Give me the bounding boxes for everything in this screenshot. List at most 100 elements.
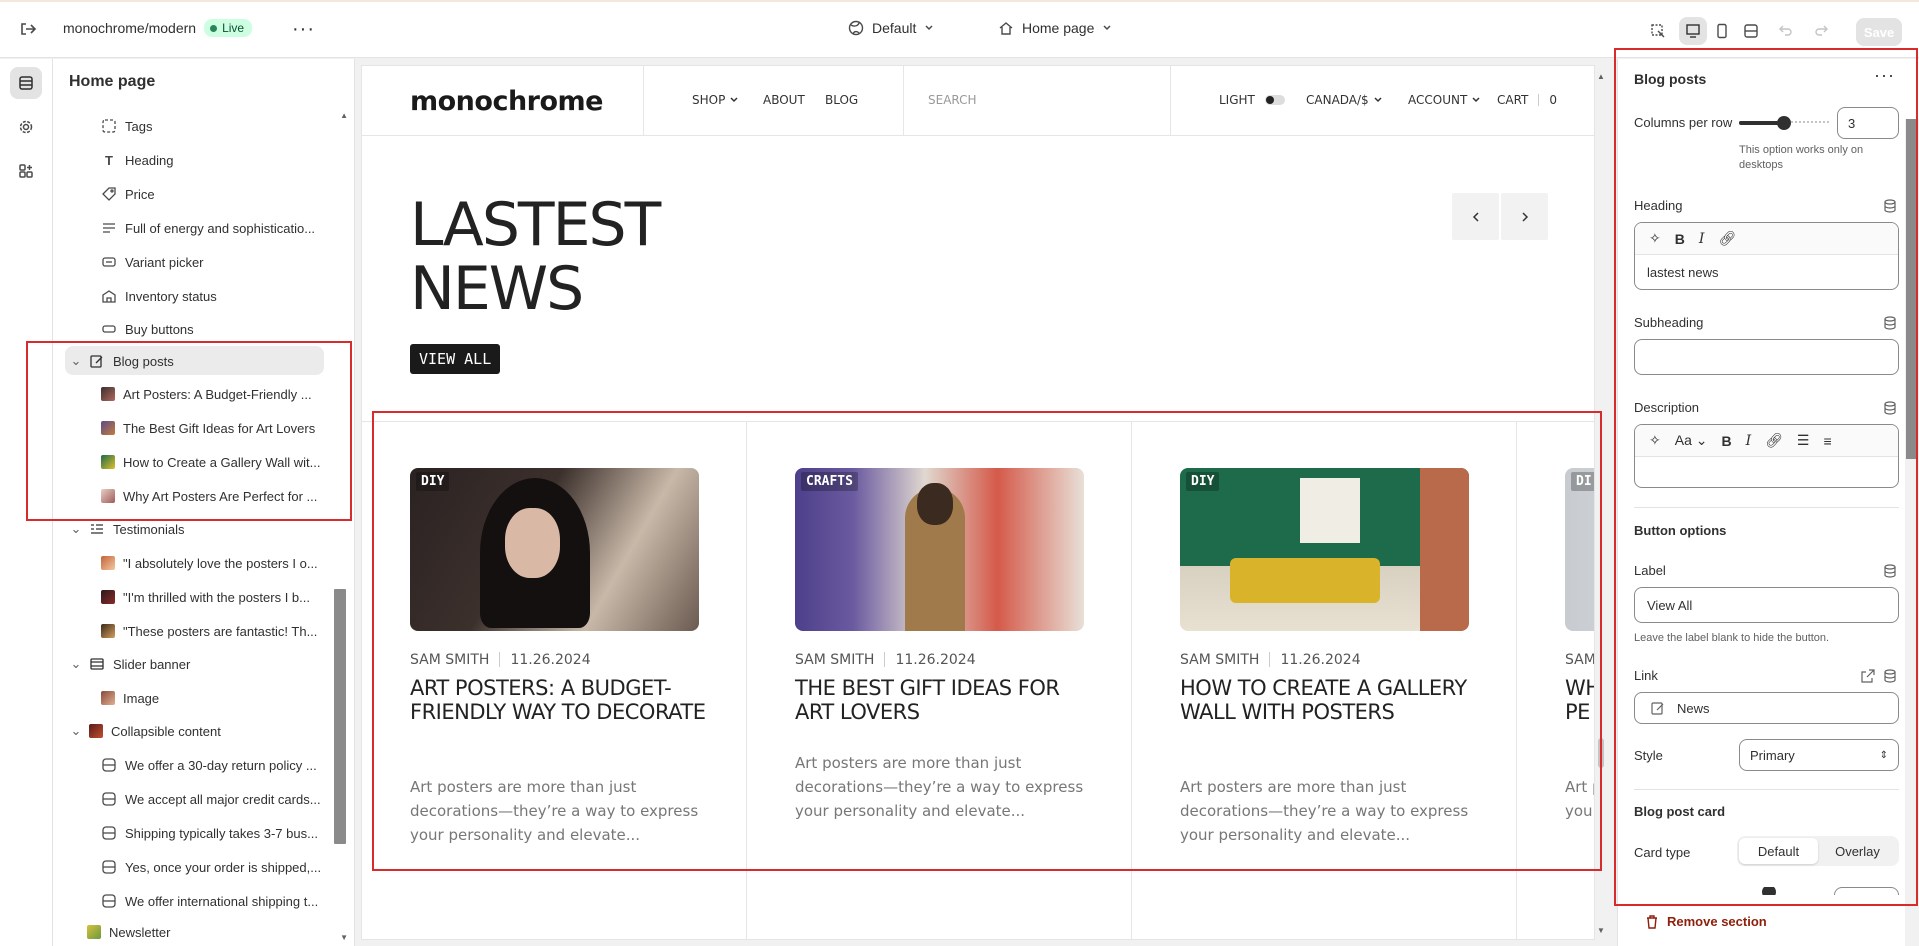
- remove-section-button[interactable]: Remove section: [1645, 914, 1767, 929]
- blog-card-image[interactable]: CRAFTS: [795, 468, 1084, 631]
- tree-item-blog-1[interactable]: Art Posters: A Budget-Friendly ...: [101, 379, 312, 409]
- text-align-icon: [101, 220, 117, 236]
- blog-card[interactable]: DIY SAM SMITH 11.26.2024 ART POSTERS: A B…: [362, 422, 747, 939]
- theme-select[interactable]: Default: [848, 20, 934, 36]
- dynamic-source-icon[interactable]: [1883, 401, 1897, 415]
- link-input[interactable]: News: [1634, 692, 1899, 724]
- tree-item-blog-4[interactable]: Why Art Posters Are Perfect for ...: [101, 481, 317, 511]
- columns-slider[interactable]: [1739, 116, 1829, 130]
- tree-item-collapsible-3[interactable]: Shipping typically takes 3-7 bus...: [101, 818, 318, 848]
- sections-icon[interactable]: [10, 67, 42, 99]
- button-label-input[interactable]: View All: [1634, 587, 1899, 623]
- chevron-down-icon[interactable]: ⌄: [69, 521, 83, 537]
- tree-item-testimonial-1[interactable]: "I absolutely love the posters I o...: [101, 548, 318, 578]
- blog-card-image[interactable]: DIY: [410, 468, 699, 631]
- dynamic-source-icon[interactable]: [1883, 199, 1897, 213]
- scroll-down-icon[interactable]: ▼: [340, 933, 348, 942]
- tree-item-blog-2[interactable]: The Best Gift Ideas for Art Lovers: [101, 413, 315, 443]
- card-type-segmented-control[interactable]: Default Overlay: [1737, 836, 1899, 866]
- nav-blog[interactable]: BLOG: [825, 93, 858, 107]
- redo-icon[interactable]: [1814, 23, 1828, 37]
- tree-item-collapsible-1[interactable]: We offer a 30-day return policy ...: [101, 750, 317, 780]
- blog-card[interactable]: DIY SAM SMITH 11.26.2024 HOW TO CREATE A …: [1132, 422, 1517, 939]
- chevron-down-icon[interactable]: ⌄: [69, 723, 83, 739]
- page-select[interactable]: Home page: [998, 20, 1112, 36]
- more-options-icon[interactable]: ···: [292, 18, 315, 41]
- blog-card-image[interactable]: DIY: [1180, 468, 1469, 631]
- more-options-icon[interactable]: ···: [1874, 65, 1895, 86]
- tree-item-heading[interactable]: T Heading: [101, 145, 173, 175]
- blog-card[interactable]: CRAFTS SAM SMITH 11.26.2024 THE BEST GIFT…: [747, 422, 1132, 939]
- save-button[interactable]: Save: [1856, 18, 1902, 46]
- tree-item-testimonial-2[interactable]: "I'm thrilled with the posters I b...: [101, 582, 310, 612]
- tree-item-blog-3[interactable]: How to Create a Gallery Wall wit...: [101, 447, 320, 477]
- tree-item-inventory[interactable]: Inventory status: [101, 281, 217, 311]
- cart-link[interactable]: CART 0: [1497, 93, 1557, 107]
- tree-item-collapsible-2[interactable]: We accept all major credit cards...: [101, 784, 321, 814]
- style-select[interactable]: Primary ⇕: [1739, 739, 1899, 771]
- tree-item-variant-picker[interactable]: Variant picker: [101, 247, 204, 277]
- scroll-up-icon[interactable]: ▲: [340, 111, 348, 120]
- tree-item-buy-buttons[interactable]: Buy buttons: [101, 314, 194, 344]
- nav-shop[interactable]: SHOP: [692, 93, 739, 107]
- canvas-scrollbar[interactable]: ▲ ▼: [1594, 66, 1608, 939]
- tree-section-slider-banner[interactable]: ⌄ Slider banner: [69, 649, 191, 679]
- description-text-value[interactable]: [1635, 457, 1898, 487]
- blog-card-title[interactable]: WH PE: [1565, 676, 1594, 724]
- blog-card-image[interactable]: DI: [1565, 468, 1594, 631]
- dynamic-source-icon[interactable]: [1883, 564, 1897, 578]
- tree-item-collapsible-5[interactable]: We offer international shipping t...: [101, 886, 318, 916]
- tree-item-collapsible-4[interactable]: Yes, once your order is shipped,...: [101, 852, 321, 882]
- desktop-view-icon[interactable]: [1679, 17, 1707, 45]
- blog-card-title[interactable]: HOW TO CREATE A GALLERY WALL WITH POSTER…: [1180, 676, 1480, 724]
- blog-card-title[interactable]: ART POSTERS: A BUDGET-FRIENDLY WAY TO DE…: [410, 676, 710, 724]
- card-type-overlay[interactable]: Overlay: [1818, 838, 1897, 864]
- card-type-default[interactable]: Default: [1739, 838, 1818, 864]
- inspector-icon[interactable]: [1644, 17, 1672, 45]
- blog-card[interactable]: DI SAM WH PE Art p you: [1517, 422, 1594, 939]
- carousel-next-button[interactable]: [1501, 193, 1548, 240]
- tree-scrollbar[interactable]: [334, 589, 346, 844]
- undo-icon[interactable]: [1779, 23, 1793, 37]
- tree-item-testimonial-3[interactable]: "These posters are fantastic! Th...: [101, 616, 317, 646]
- tree-item-price[interactable]: Price: [101, 179, 155, 209]
- tree-section-blog-posts[interactable]: ⌄ Blog posts: [69, 346, 174, 376]
- tree-item-text[interactable]: Full of energy and sophisticatio...: [101, 213, 315, 243]
- settings-scrollbar[interactable]: [1905, 119, 1919, 946]
- apps-icon[interactable]: [10, 155, 42, 187]
- dynamic-source-icon[interactable]: [1883, 669, 1897, 683]
- columns-label: Columns per row: [1634, 115, 1733, 130]
- light-toggle[interactable]: LIGHT: [1219, 93, 1285, 107]
- exit-icon[interactable]: [19, 20, 37, 38]
- heading-rich-text-editor[interactable]: ✧ B I 🔗︎ lastest news: [1634, 222, 1899, 290]
- subheading-input[interactable]: [1634, 339, 1899, 375]
- settings-gear-icon[interactable]: [10, 111, 42, 143]
- tree-item-tags[interactable]: Tags: [101, 111, 152, 141]
- currency-select[interactable]: CANADA/$: [1306, 93, 1383, 107]
- numbered-list-icon: ≡: [1823, 432, 1832, 449]
- chevron-down-icon[interactable]: ⌄: [69, 656, 83, 672]
- site-logo[interactable]: monochrome: [410, 86, 604, 117]
- blog-card-title[interactable]: THE BEST GIFT IDEAS FOR ART LOVERS: [795, 676, 1095, 724]
- blog-edit-icon: [89, 353, 105, 369]
- heading-text-value[interactable]: lastest news: [1635, 255, 1898, 289]
- tree-section-newsletter[interactable]: Newsletter: [87, 917, 170, 946]
- chevron-down-icon[interactable]: ⌄: [69, 353, 83, 369]
- tree-item-slider-image[interactable]: Image: [101, 683, 159, 713]
- tree-section-label: Collapsible content: [111, 723, 221, 739]
- nav-about[interactable]: ABOUT: [763, 93, 805, 107]
- blog-card-excerpt: Art posters are more than just decoratio…: [410, 778, 699, 844]
- tree-item-label: Shipping typically takes 3-7 bus...: [125, 825, 318, 841]
- mobile-view-icon[interactable]: [1708, 17, 1736, 45]
- external-link-icon[interactable]: [1861, 669, 1875, 683]
- tree-section-testimonials[interactable]: ⌄ Testimonials: [69, 514, 185, 544]
- account-menu[interactable]: ACCOUNT: [1408, 93, 1481, 107]
- columns-input[interactable]: 3: [1837, 107, 1899, 139]
- site-search-input[interactable]: SEARCH: [928, 93, 977, 107]
- view-all-button[interactable]: VIEW ALL: [410, 344, 501, 374]
- tree-section-collapsible[interactable]: ⌄ Collapsible content: [69, 716, 221, 746]
- fullscreen-view-icon[interactable]: [1737, 17, 1765, 45]
- description-rich-text-editor[interactable]: ✧ Aa ⌄ B I 🔗︎ ☰ ≡: [1634, 424, 1899, 488]
- carousel-prev-button[interactable]: [1452, 193, 1499, 240]
- dynamic-source-icon[interactable]: [1883, 316, 1897, 330]
